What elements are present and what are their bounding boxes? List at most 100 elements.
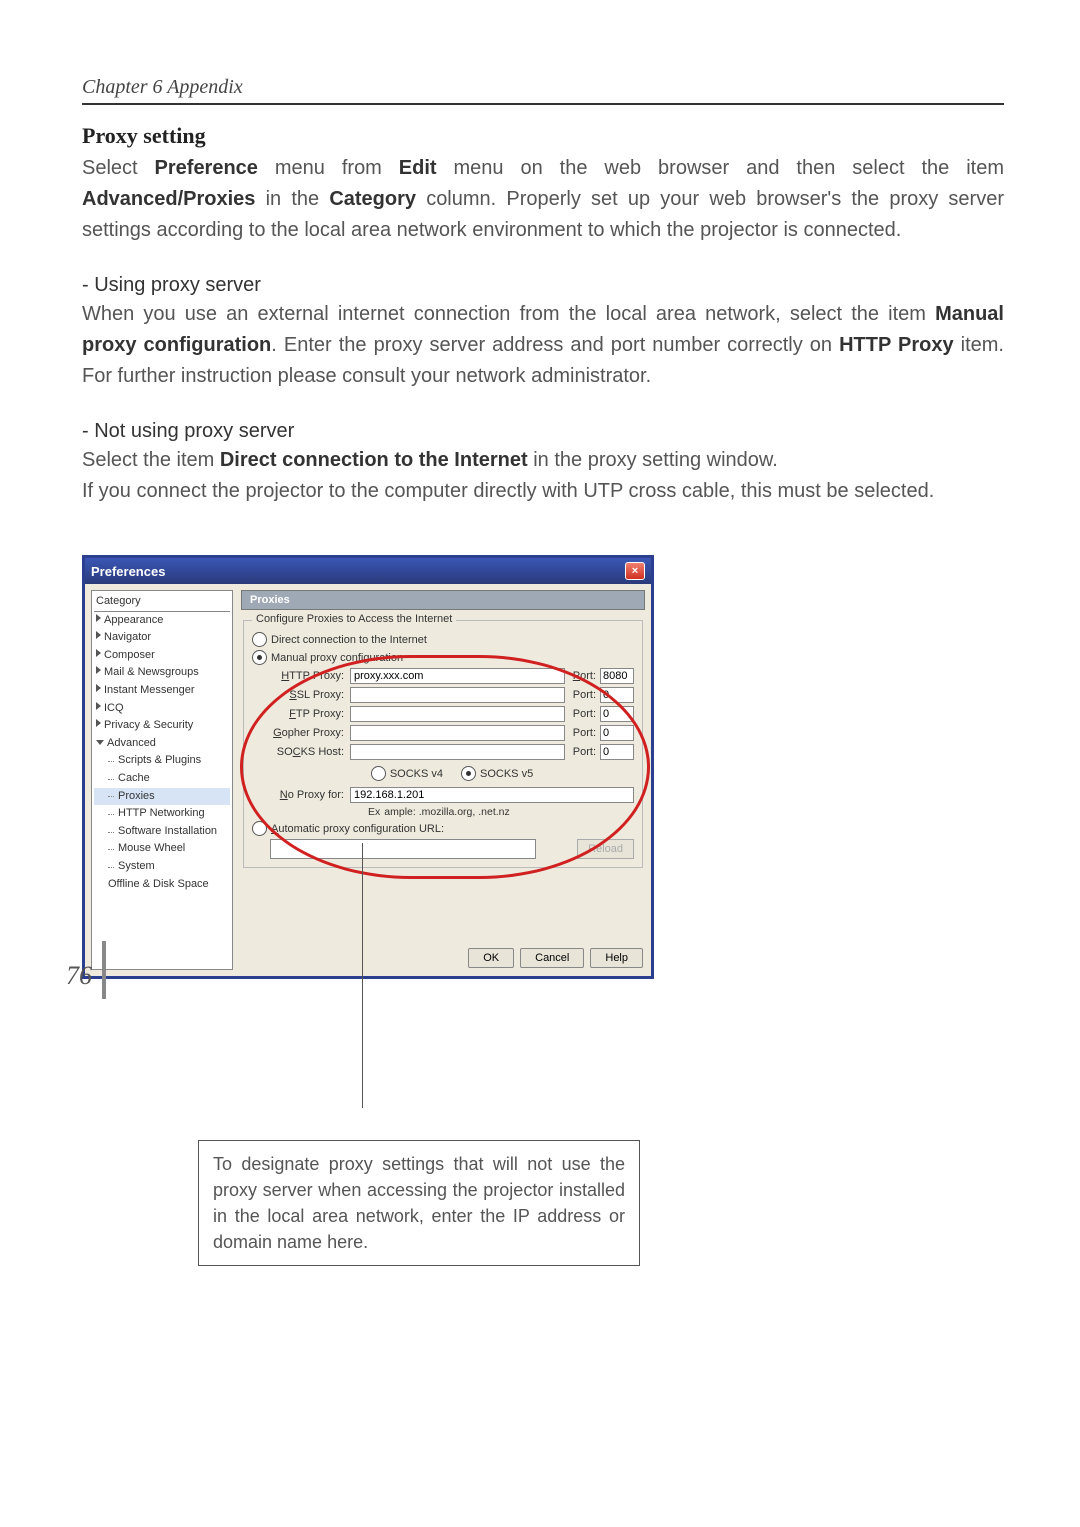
text: . Enter the proxy server address and por…: [271, 334, 839, 356]
tree-item-appearance[interactable]: Appearance: [94, 612, 230, 630]
tree-item-mouse[interactable]: Mouse Wheel: [94, 840, 230, 858]
window-titlebar[interactable]: Preferences ×: [85, 558, 651, 584]
chevron-right-icon: [96, 702, 101, 710]
chevron-down-icon: [96, 740, 104, 745]
socksv5-label: SOCKS v5: [480, 768, 533, 780]
tree-item-httpnet[interactable]: HTTP Networking: [94, 805, 230, 823]
tree-item-offline[interactable]: Offline & Disk Space: [94, 876, 230, 894]
cancel-button[interactable]: Cancel: [520, 948, 584, 968]
port-label: Port:: [573, 727, 596, 739]
section-title: Proxy setting: [82, 123, 1004, 149]
category-tree[interactable]: Category Appearance Navigator Composer M…: [91, 590, 233, 970]
radio-manual[interactable]: [252, 650, 267, 665]
text: HTTP Proxy: [839, 334, 954, 356]
text: Preference: [155, 157, 258, 179]
chevron-right-icon: [96, 666, 101, 674]
gopher-port-input[interactable]: [600, 725, 634, 741]
radio-auto-label: Automatic proxy configuration URL:: [271, 823, 444, 835]
tree-item-scripts[interactable]: Scripts & Plugins: [94, 752, 230, 770]
chevron-right-icon: [96, 631, 101, 639]
chevron-right-icon: [96, 649, 101, 657]
http-proxy-label: HTTP Proxy:: [270, 670, 344, 682]
help-button[interactable]: Help: [590, 948, 643, 968]
intro-paragraph: Select Preference menu from Edit menu on…: [82, 153, 1004, 246]
gopher-proxy-input[interactable]: [350, 725, 565, 741]
radio-direct-row[interactable]: Direct connection to the Internet: [252, 632, 634, 647]
ok-button[interactable]: OK: [468, 948, 514, 968]
http-proxy-input[interactable]: [350, 668, 565, 684]
tree-item-advanced[interactable]: Advanced: [94, 735, 230, 753]
socks-host-input[interactable]: [350, 744, 565, 760]
window-title: Preferences: [91, 564, 165, 579]
radio-auto-row[interactable]: Automatic proxy configuration URL:: [252, 821, 634, 836]
radio-auto[interactable]: [252, 821, 267, 836]
not-using-proxy-title: - Not using proxy server: [82, 420, 1004, 443]
radio-direct[interactable]: [252, 632, 267, 647]
auto-url-input[interactable]: [270, 839, 536, 859]
port-label: Port:: [573, 746, 596, 758]
text: menu on the web browser and then select …: [437, 157, 1004, 179]
callout-box: To designate proxy settings that will no…: [198, 1140, 640, 1266]
radio-socksv4[interactable]: [371, 766, 386, 781]
tree-item-mail[interactable]: Mail & Newsgroups: [94, 664, 230, 682]
text: Advanced/Proxies: [82, 188, 255, 210]
chevron-right-icon: [96, 719, 101, 727]
tree-item-im[interactable]: Instant Messenger: [94, 682, 230, 700]
using-proxy-paragraph: When you use an external internet connec…: [82, 299, 1004, 392]
tree-item-system[interactable]: System: [94, 858, 230, 876]
port-label: Port:: [573, 708, 596, 720]
page-bar: [102, 941, 106, 999]
socks-host-label: SOCKS Host:: [270, 746, 344, 758]
text: Select the item: [82, 449, 220, 471]
tree-item-navigator[interactable]: Navigator: [94, 629, 230, 647]
radio-manual-row[interactable]: Manual proxy configuration: [252, 650, 634, 665]
port-label: Port:: [573, 689, 596, 701]
socks-port-input[interactable]: [600, 744, 634, 760]
radio-direct-label: Direct connection to the Internet: [271, 634, 427, 646]
proxy-fieldset: Configure Proxies to Access the Internet…: [243, 620, 643, 868]
ftp-proxy-input[interactable]: [350, 706, 565, 722]
tree-item-proxies[interactable]: Proxies: [94, 788, 230, 806]
tree-item-icq[interactable]: ICQ: [94, 700, 230, 718]
callout-connector: [362, 843, 363, 1108]
page-number: 76: [66, 961, 92, 991]
chapter-header: Chapter 6 Appendix: [82, 76, 1004, 105]
radio-manual-label: Manual proxy configuration: [271, 652, 403, 664]
ftp-port-input[interactable]: [600, 706, 634, 722]
socksv4-label: SOCKS v4: [390, 768, 443, 780]
text: in the proxy setting window.: [528, 449, 778, 471]
close-icon[interactable]: ×: [625, 562, 645, 580]
preferences-window: Preferences × Category Appearance Naviga…: [82, 555, 654, 979]
socks-v5-row[interactable]: SOCKS v5: [461, 766, 533, 781]
ssl-proxy-input[interactable]: [350, 687, 565, 703]
text: Category: [329, 188, 416, 210]
tree-item-cache[interactable]: Cache: [94, 770, 230, 788]
example-text: Example: .mozilla.org, .net.nz: [368, 806, 634, 818]
text: in the: [255, 188, 329, 210]
tree-item-softinst[interactable]: Software Installation: [94, 823, 230, 841]
no-proxy-label: No Proxy for:: [270, 789, 344, 801]
text: menu from: [258, 157, 399, 179]
not-using-proxy-paragraph: Select the item Direct connection to the…: [82, 445, 1004, 507]
tree-header: Category: [94, 593, 230, 612]
chevron-right-icon: [96, 614, 101, 622]
http-port-input[interactable]: [600, 668, 634, 684]
reload-button[interactable]: Reload: [577, 839, 634, 859]
tree-item-privacy[interactable]: Privacy & Security: [94, 717, 230, 735]
tree-item-composer[interactable]: Composer: [94, 647, 230, 665]
text: If you connect the projector to the comp…: [82, 480, 934, 502]
proxies-panel: Proxies Configure Proxies to Access the …: [241, 590, 645, 970]
ftp-proxy-label: FTP Proxy:: [270, 708, 344, 720]
socks-v4-row[interactable]: SOCKS v4: [371, 766, 443, 781]
panel-title: Proxies: [241, 590, 645, 610]
ssl-proxy-label: SSL Proxy:: [270, 689, 344, 701]
using-proxy-title: - Using proxy server: [82, 274, 1004, 297]
gopher-proxy-label: Gopher Proxy:: [270, 727, 344, 739]
text: Edit: [399, 157, 437, 179]
text: Direct connection to the Internet: [220, 449, 528, 471]
radio-socksv5[interactable]: [461, 766, 476, 781]
text: Select: [82, 157, 155, 179]
ssl-port-input[interactable]: [600, 687, 634, 703]
no-proxy-input[interactable]: [350, 787, 634, 803]
fieldset-legend: Configure Proxies to Access the Internet: [252, 613, 456, 625]
